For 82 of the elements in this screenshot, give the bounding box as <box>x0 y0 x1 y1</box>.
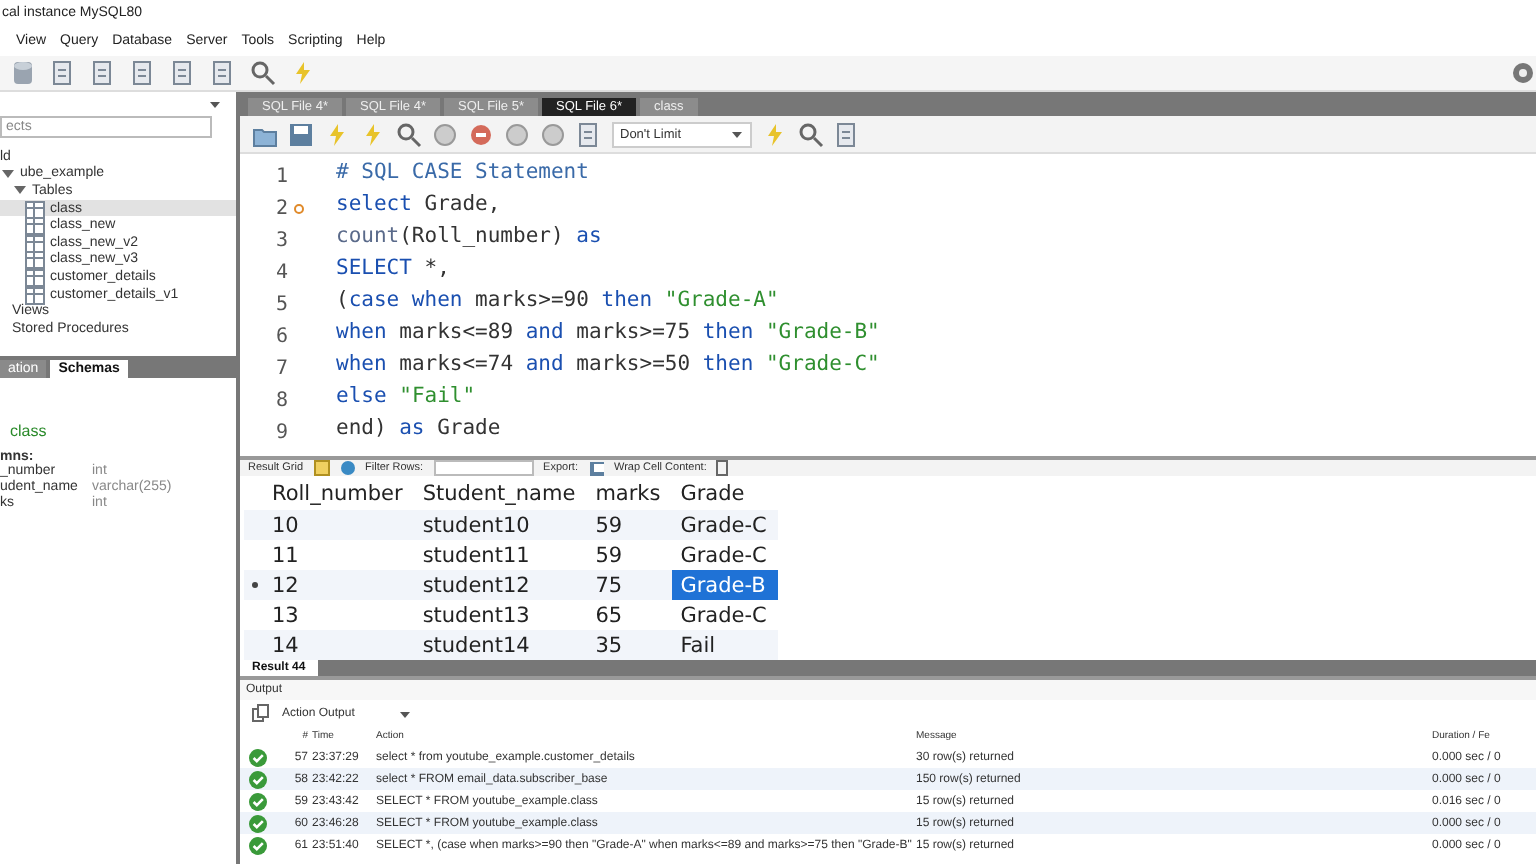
wrap-icon[interactable] <box>716 460 729 476</box>
table-cell[interactable]: 35 <box>587 630 673 660</box>
table-cell[interactable]: 14 <box>264 630 415 660</box>
save-icon[interactable] <box>288 121 314 147</box>
search-icon[interactable] <box>396 121 422 147</box>
code-line: when marks<=89 and marks>=75 then "Grade-B" <box>336 320 880 348</box>
caret-icon <box>730 128 744 140</box>
code-line: SELECT *, <box>336 256 452 284</box>
table-icon <box>24 248 46 271</box>
export-icon[interactable] <box>587 460 604 476</box>
table-cell[interactable]: 65 <box>587 600 673 630</box>
table-cell[interactable]: Grade-C <box>672 540 779 570</box>
table-cell[interactable]: 13 <box>264 600 415 630</box>
success-icon <box>248 835 268 855</box>
code-line: else "Fail" <box>336 384 478 412</box>
panel-options-icon[interactable] <box>208 98 224 110</box>
table-cell[interactable]: student11 <box>414 540 588 570</box>
table-name: class <box>8 422 49 440</box>
settings-icon[interactable] <box>1510 60 1536 86</box>
filter-icon <box>339 460 356 476</box>
caret-icon <box>398 708 411 718</box>
table-cell[interactable]: Grade-B <box>672 570 779 600</box>
table-cell[interactable]: 10 <box>264 510 415 540</box>
line-number: 3 <box>276 229 289 251</box>
search-icon[interactable] <box>798 121 824 147</box>
table-cell[interactable]: 59 <box>587 540 673 570</box>
column-header[interactable]: Roll_number <box>264 476 415 510</box>
line-number: 7 <box>276 357 289 379</box>
code-line: end) as Grade <box>336 416 503 444</box>
table-cell[interactable]: 75 <box>587 570 673 600</box>
table-cell[interactable]: Grade-C <box>672 510 779 540</box>
line-number: 4 <box>276 261 289 283</box>
column-header[interactable]: Student_name <box>414 476 588 510</box>
line-number: 2 <box>276 197 289 219</box>
code-line: # SQL CASE Statement <box>336 160 591 188</box>
document-icon[interactable] <box>576 121 602 147</box>
circle-icon[interactable] <box>432 121 458 147</box>
document-icon[interactable] <box>130 60 156 86</box>
table-cell[interactable]: 59 <box>587 510 673 540</box>
table-cell[interactable]: Grade-C <box>672 600 779 630</box>
table-cell[interactable]: student14 <box>414 630 588 660</box>
table-cell[interactable]: student12 <box>414 570 588 600</box>
circle-icon[interactable] <box>540 121 566 147</box>
table-cell[interactable]: student13 <box>414 600 588 630</box>
column-header[interactable]: marks <box>587 476 673 510</box>
grid-icon[interactable] <box>313 460 330 476</box>
document-icon[interactable] <box>50 60 76 86</box>
success-icon <box>248 791 268 811</box>
table-cell[interactable]: student10 <box>414 510 588 540</box>
table-icon <box>24 231 46 254</box>
code-line: when marks<=74 and marks>=50 then "Grade-C" <box>336 352 880 380</box>
circle-icon[interactable] <box>504 121 530 147</box>
success-icon <box>248 769 268 789</box>
table-icon <box>24 265 46 288</box>
expanded-icon[interactable] <box>0 165 16 182</box>
code-line: (case when marks>=90 then "Grade-A" <box>336 288 781 316</box>
success-icon <box>248 747 268 767</box>
line-number: 9 <box>276 421 289 443</box>
code-line: count(Roll_number) as <box>336 224 604 252</box>
document-icon[interactable] <box>834 121 860 147</box>
success-icon <box>248 813 268 833</box>
code-line: select Grade, <box>336 192 503 220</box>
database-icon[interactable] <box>10 60 36 86</box>
line-number: 5 <box>276 293 289 315</box>
line-number: 8 <box>276 389 289 411</box>
table-icon <box>24 197 46 220</box>
document-icon[interactable] <box>90 60 116 86</box>
table-cell[interactable]: Fail <box>672 630 779 660</box>
line-number: 1 <box>276 165 289 187</box>
line-number: 6 <box>276 325 289 347</box>
table-icon <box>24 214 46 237</box>
search-icon[interactable] <box>250 60 276 86</box>
table-cell[interactable]: 12 <box>264 570 415 600</box>
stop-icon[interactable] <box>468 121 494 147</box>
table-cell[interactable]: 11 <box>264 540 415 570</box>
column-header[interactable]: Grade <box>672 476 779 510</box>
expanded-icon[interactable] <box>12 182 28 199</box>
table-icon <box>24 283 46 306</box>
filter-field[interactable] <box>433 460 534 476</box>
copy-icon[interactable] <box>252 704 270 722</box>
document-icon[interactable] <box>210 60 236 86</box>
document-icon[interactable] <box>170 60 196 86</box>
